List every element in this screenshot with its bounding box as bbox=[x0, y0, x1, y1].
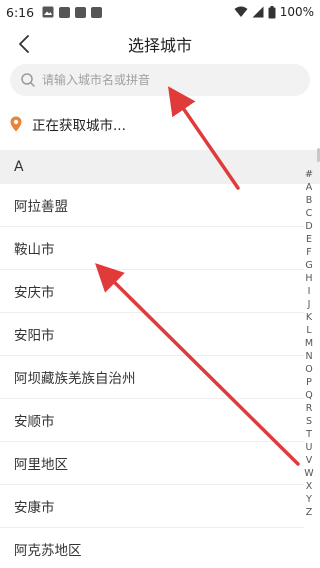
app-notification-icon bbox=[75, 6, 87, 18]
index-letter[interactable]: J bbox=[308, 298, 311, 311]
index-letter[interactable]: I bbox=[308, 285, 311, 298]
back-button[interactable] bbox=[10, 30, 38, 58]
index-letter[interactable]: T bbox=[306, 428, 312, 441]
battery-percent: 100% bbox=[279, 5, 314, 19]
location-status-text: 正在获取城市... bbox=[32, 118, 126, 134]
city-list-item[interactable]: 阿拉善盟 bbox=[0, 184, 304, 227]
city-list-item[interactable]: 安阳市 bbox=[0, 313, 304, 356]
page-title: 选择城市 bbox=[127, 36, 192, 55]
wifi-icon bbox=[234, 6, 248, 18]
index-letter[interactable]: H bbox=[305, 272, 312, 285]
index-letter[interactable]: X bbox=[306, 480, 313, 493]
city-list-item[interactable]: 安顺市 bbox=[0, 399, 304, 442]
index-letter[interactable]: P bbox=[306, 376, 312, 389]
index-letter[interactable]: Z bbox=[306, 506, 313, 519]
index-letter[interactable]: E bbox=[306, 233, 312, 246]
city-list-item[interactable]: 安庆市 bbox=[0, 270, 304, 313]
city-list-item[interactable]: 阿克苏地区 bbox=[0, 528, 304, 568]
index-letter[interactable]: # bbox=[305, 168, 313, 181]
index-letter[interactable]: M bbox=[305, 337, 313, 350]
status-time: 6:16 bbox=[6, 4, 35, 20]
current-location-row[interactable]: 正在获取城市... bbox=[0, 106, 320, 142]
alphabet-index: # A B C D E F G H I J K L M N O P Q R S … bbox=[302, 168, 316, 519]
index-letter[interactable]: W bbox=[304, 467, 313, 480]
index-letter[interactable]: S bbox=[306, 415, 312, 428]
app-notification-icon bbox=[91, 6, 103, 18]
city-search-input[interactable] bbox=[42, 73, 282, 87]
index-letter[interactable]: A bbox=[306, 181, 313, 194]
nav-bar: 选择城市 bbox=[0, 24, 320, 64]
index-letter[interactable]: U bbox=[306, 441, 313, 454]
status-bar: 6:16 100% bbox=[0, 0, 320, 24]
city-list-item[interactable]: 鞍山市 bbox=[0, 227, 304, 270]
location-pin-icon bbox=[10, 116, 22, 132]
section-header-a: A bbox=[0, 150, 320, 184]
city-list: 阿拉善盟 鞍山市 安庆市 安阳市 阿坝藏族羌族自治州 安顺市 阿里地区 安康市 … bbox=[0, 184, 304, 568]
index-letter[interactable]: K bbox=[306, 311, 312, 324]
index-letter[interactable]: G bbox=[305, 259, 312, 272]
index-letter[interactable]: Q bbox=[305, 389, 312, 402]
index-letter[interactable]: B bbox=[306, 194, 313, 207]
search-box[interactable] bbox=[10, 64, 310, 96]
app-notification-icon bbox=[59, 6, 71, 18]
index-letter[interactable]: O bbox=[305, 363, 312, 376]
index-letter[interactable]: Y bbox=[306, 493, 312, 506]
city-list-item[interactable]: 安康市 bbox=[0, 485, 304, 528]
signal-icon bbox=[252, 6, 264, 18]
image-notification-icon bbox=[42, 6, 54, 18]
index-letter[interactable]: R bbox=[306, 402, 313, 415]
index-letter[interactable]: C bbox=[306, 207, 313, 220]
index-letter[interactable]: N bbox=[305, 350, 312, 363]
index-letter[interactable]: L bbox=[306, 324, 311, 337]
index-letter[interactable]: F bbox=[306, 246, 311, 259]
battery-icon bbox=[268, 5, 276, 19]
chevron-left-icon bbox=[18, 35, 30, 53]
search-icon bbox=[20, 72, 36, 88]
city-list-item[interactable]: 阿里地区 bbox=[0, 442, 304, 485]
city-list-item[interactable]: 阿坝藏族羌族自治州 bbox=[0, 356, 304, 399]
index-letter[interactable]: V bbox=[306, 454, 313, 467]
index-letter[interactable]: D bbox=[305, 220, 312, 233]
